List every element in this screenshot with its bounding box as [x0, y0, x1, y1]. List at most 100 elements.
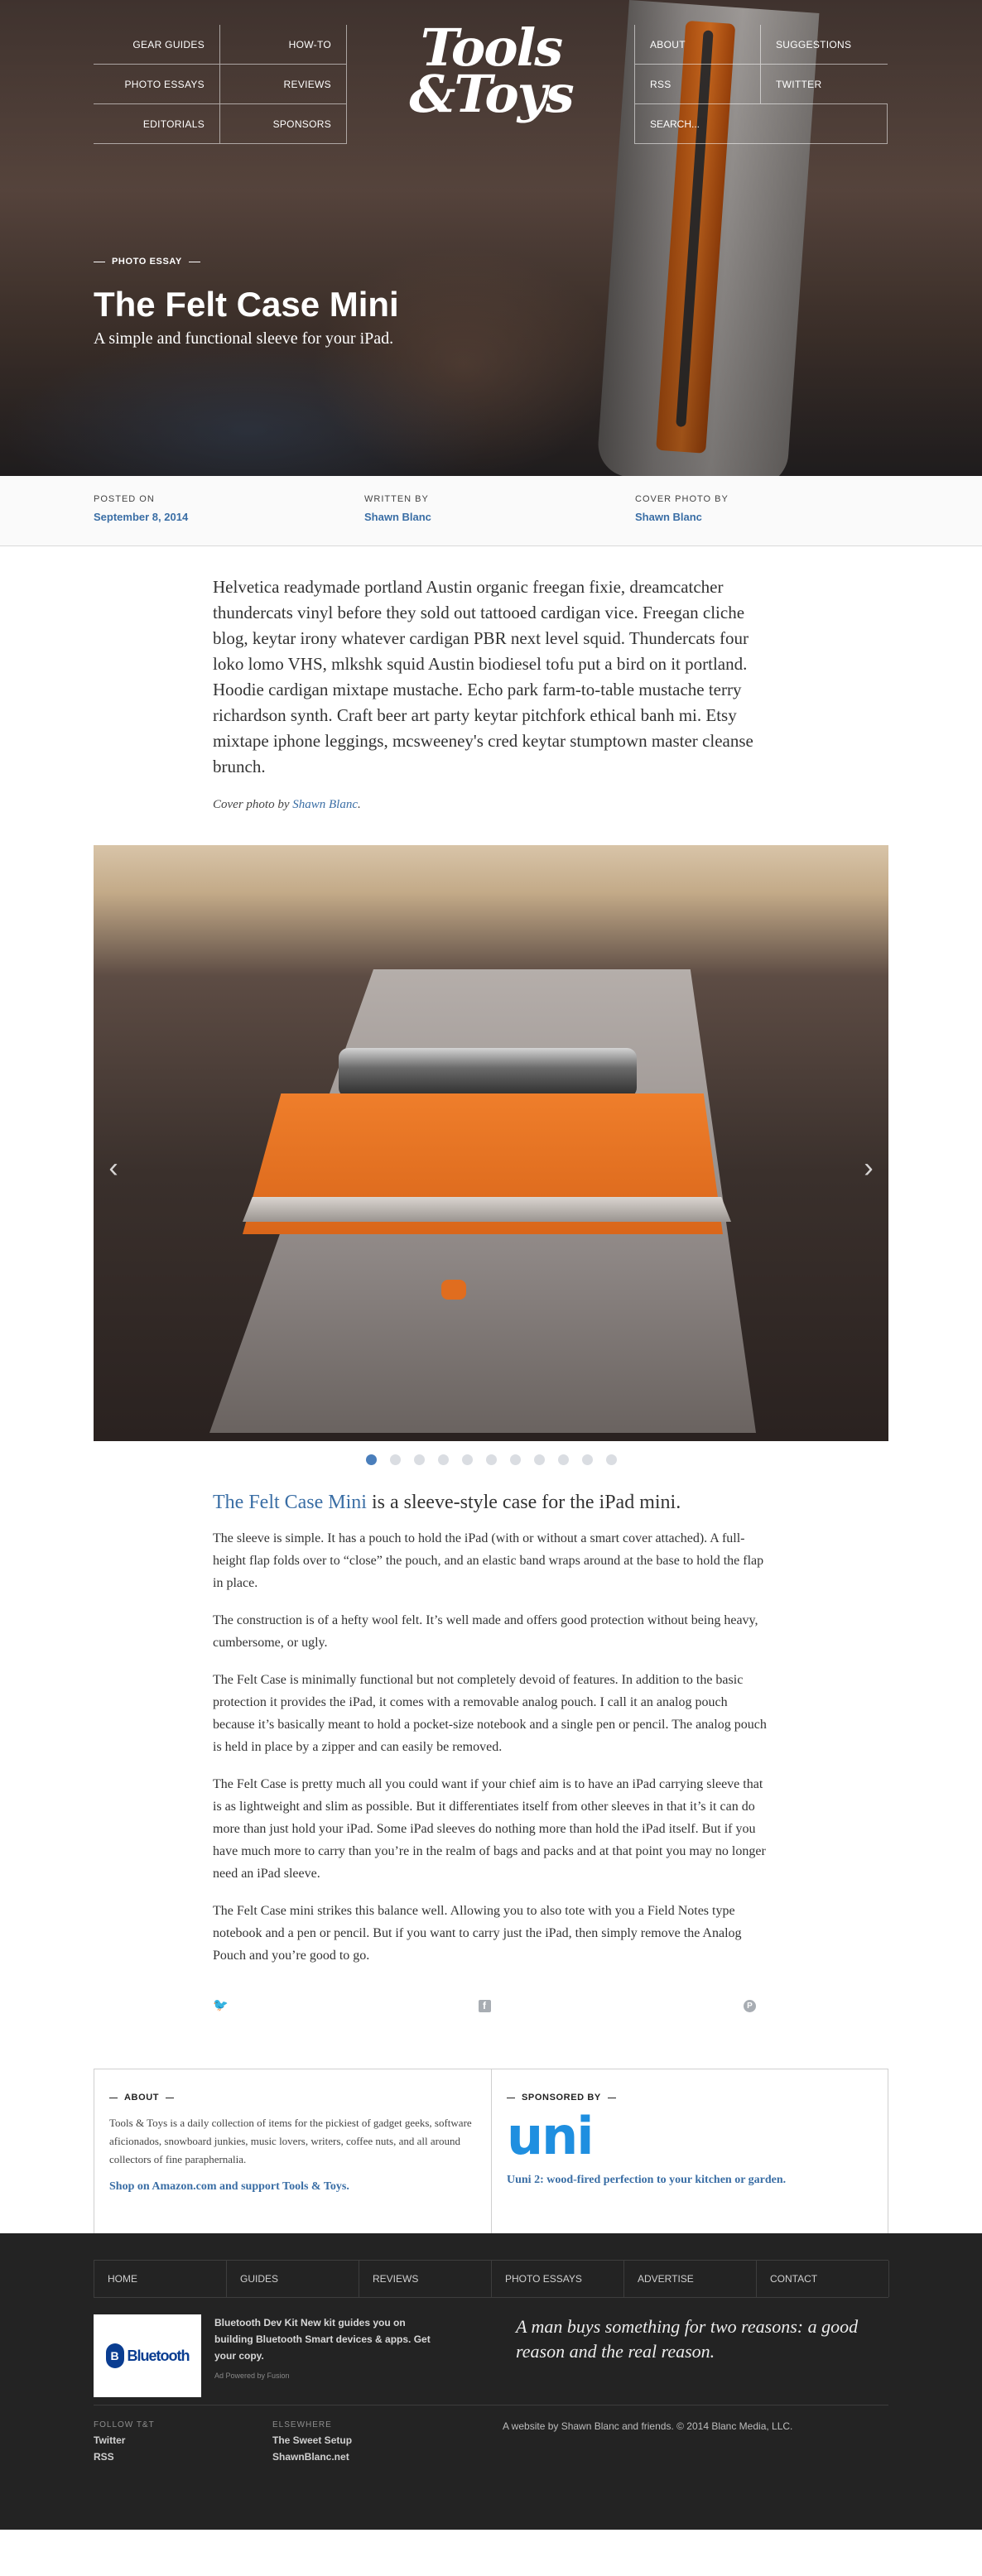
paragraph: The construction is of a hefty wool felt… [213, 1613, 758, 1650]
ad-text[interactable]: Bluetooth Dev Kit New kit guides you on … [214, 2314, 446, 2364]
author-link[interactable]: Shawn Blanc [364, 511, 635, 523]
written-by-label: WRITTEN BY [364, 494, 429, 504]
bluetooth-icon: B [105, 2343, 124, 2368]
shawnblanc-link[interactable]: ShawnBlanc.net [272, 2451, 451, 2463]
footer-nav-home[interactable]: HOME [94, 2261, 227, 2297]
sponsor-heading: SPONSORED BY [507, 2093, 874, 2103]
slider-dot[interactable] [533, 1454, 545, 1465]
about-box: ABOUT Tools & Toys is a daily collection… [94, 2069, 492, 2233]
nav-about[interactable]: ABOUT [634, 25, 761, 65]
article-content: The Felt Case Mini is a sleeve-style cas… [213, 1492, 768, 2012]
paragraph: The sleeve is simple. It has a pouch to … [213, 1531, 764, 1590]
footer-nav-advertise[interactable]: ADVERTISE [624, 2261, 757, 2297]
nav-editorials[interactable]: EDITORIALS [94, 104, 220, 144]
slider-dot[interactable] [557, 1454, 569, 1465]
pinterest-icon[interactable]: P [744, 2000, 756, 2012]
slider-dot[interactable] [485, 1454, 497, 1465]
nav-reviews[interactable]: REVIEWS [220, 65, 347, 104]
nav-how-to[interactable]: HOW-TO [220, 25, 347, 65]
copyright: A website by Shawn Blanc and friends. © … [503, 2420, 793, 2432]
slider-dot[interactable] [509, 1454, 521, 1465]
slider-pagination [0, 1454, 982, 1465]
ad-meta[interactable]: Ad Powered by Fusion [214, 2367, 446, 2384]
article-subtitle: A simple and functional sleeve for your … [94, 329, 394, 348]
sponsor-link[interactable]: Uuni 2: wood-fired perfection to your ki… [507, 2174, 874, 2187]
search-input[interactable] [650, 118, 816, 130]
footer-quote: A man buys something for two reasons: a … [516, 2316, 859, 2362]
photo-slider: ‹ › [94, 845, 888, 1441]
article-category: PHOTO ESSAY [94, 257, 399, 267]
about-heading: ABOUT [109, 2093, 476, 2103]
sponsor-box: SPONSORED BY uni Uuni 2: wood-fired perf… [492, 2069, 889, 2233]
slide-pouch-edge [243, 1197, 731, 1222]
credit-link[interactable]: Shawn Blanc [292, 798, 358, 811]
site-logo[interactable]: Tools &Toys [406, 22, 576, 120]
slider-next-icon[interactable]: › [852, 1151, 885, 1185]
ad-brand: Bluetooth [127, 2347, 190, 2364]
credit-suffix: . [357, 798, 361, 811]
article-title: The Felt Case Mini [94, 285, 399, 324]
posted-on: POSTED ON September 8, 2014 [94, 476, 364, 545]
cover-photo-label: COVER PHOTO BY [635, 494, 729, 504]
slider-dot[interactable] [605, 1454, 617, 1465]
ad-image[interactable]: B Bluetooth [94, 2314, 201, 2397]
follow-twitter-link[interactable]: Twitter [94, 2434, 272, 2446]
slider-dot[interactable] [437, 1454, 449, 1465]
sponsor-heading-text: SPONSORED BY [522, 2093, 601, 2103]
footer-nav-contact[interactable]: CONTACT [757, 2261, 889, 2297]
footer-nav: HOME GUIDES REVIEWS PHOTO ESSAYS ADVERTI… [94, 2260, 889, 2298]
footer-nav-photo-essays[interactable]: PHOTO ESSAYS [492, 2261, 624, 2297]
paragraph: The Felt Case is pretty much all you cou… [213, 1777, 766, 1881]
hero: GEAR GUIDES HOW-TO PHOTO ESSAYS REVIEWS … [0, 0, 982, 476]
share-bar: 🐦 f P [213, 2000, 756, 2012]
posted-on-date[interactable]: September 8, 2014 [94, 511, 364, 523]
sweet-setup-link[interactable]: The Sweet Setup [272, 2434, 451, 2446]
category-label[interactable]: PHOTO ESSAY [112, 257, 182, 267]
ad-body: Bluetooth Dev Kit New kit guides you on … [214, 2314, 446, 2405]
slider-dot[interactable] [581, 1454, 593, 1465]
nav-rss[interactable]: RSS [634, 65, 761, 104]
nav-suggestions[interactable]: SUGGESTIONS [761, 25, 888, 65]
footer-nav-reviews[interactable]: REVIEWS [359, 2261, 492, 2297]
primary-nav-left: GEAR GUIDES HOW-TO PHOTO ESSAYS REVIEWS … [94, 25, 347, 144]
article-intro: Helvetica readymade portland Austin orga… [213, 577, 753, 776]
cover-credit: Cover photo by Shawn Blanc. [213, 798, 768, 812]
about-heading-text: ABOUT [124, 2093, 160, 2103]
site-footer: HOME GUIDES REVIEWS PHOTO ESSAYS ADVERTI… [0, 2233, 982, 2530]
slide-ipad [339, 1048, 637, 1098]
about-text: Tools & Toys is a daily collection of it… [109, 2117, 472, 2165]
sponsor-logo[interactable]: uni [507, 2111, 874, 2162]
amazon-support-link[interactable]: Shop on Amazon.com and support Tools & T… [109, 2180, 476, 2194]
product-link[interactable]: The Felt Case Mini [213, 1492, 367, 1513]
twitter-icon[interactable]: 🐦 [213, 2000, 229, 2012]
article-lead: The Felt Case Mini is a sleeve-style cas… [213, 1492, 768, 1514]
article-meta: POSTED ON September 8, 2014 WRITTEN BY S… [0, 476, 982, 546]
slider-prev-icon[interactable]: ‹ [97, 1151, 130, 1185]
nav-twitter[interactable]: TWITTER [761, 65, 888, 104]
nav-sponsors[interactable]: SPONSORS [220, 104, 347, 144]
elsewhere-column: ELSEWHERE The Sweet Setup ShawnBlanc.net [272, 2420, 451, 2463]
nav-gear-guides[interactable]: GEAR GUIDES [94, 25, 220, 65]
about-sponsor-section: ABOUT Tools & Toys is a daily collection… [94, 2069, 888, 2233]
slider-dot[interactable] [389, 1454, 401, 1465]
lead-text: is a sleeve-style case for the iPad mini… [366, 1492, 681, 1513]
paragraph: The Felt Case mini strikes this balance … [213, 1904, 742, 1963]
footer-middle: B Bluetooth Bluetooth Dev Kit New kit gu… [94, 2298, 888, 2405]
nav-photo-essays[interactable]: PHOTO ESSAYS [94, 65, 220, 104]
footer-ad: B Bluetooth Bluetooth Dev Kit New kit gu… [94, 2314, 491, 2405]
cover-photo-by: COVER PHOTO BY Shawn Blanc [635, 476, 906, 545]
footer-nav-guides[interactable]: GUIDES [227, 2261, 359, 2297]
follow-label: FOLLOW T&T [94, 2420, 155, 2429]
follow-rss-link[interactable]: RSS [94, 2451, 272, 2463]
primary-nav-right: ABOUT SUGGESTIONS RSS TWITTER [634, 25, 888, 144]
facebook-icon[interactable]: f [478, 2000, 491, 2012]
slider-dot[interactable] [461, 1454, 473, 1465]
slider-dot[interactable] [413, 1454, 425, 1465]
slider-dot[interactable] [365, 1454, 377, 1465]
follow-column: FOLLOW T&T Twitter RSS [94, 2420, 272, 2463]
posted-on-label: POSTED ON [94, 494, 155, 504]
slide-zipper-tab [441, 1280, 466, 1300]
cover-photographer-link[interactable]: Shawn Blanc [635, 511, 906, 523]
search-box [634, 104, 888, 144]
footer-bottom: FOLLOW T&T Twitter RSS ELSEWHERE The Swe… [94, 2405, 888, 2463]
